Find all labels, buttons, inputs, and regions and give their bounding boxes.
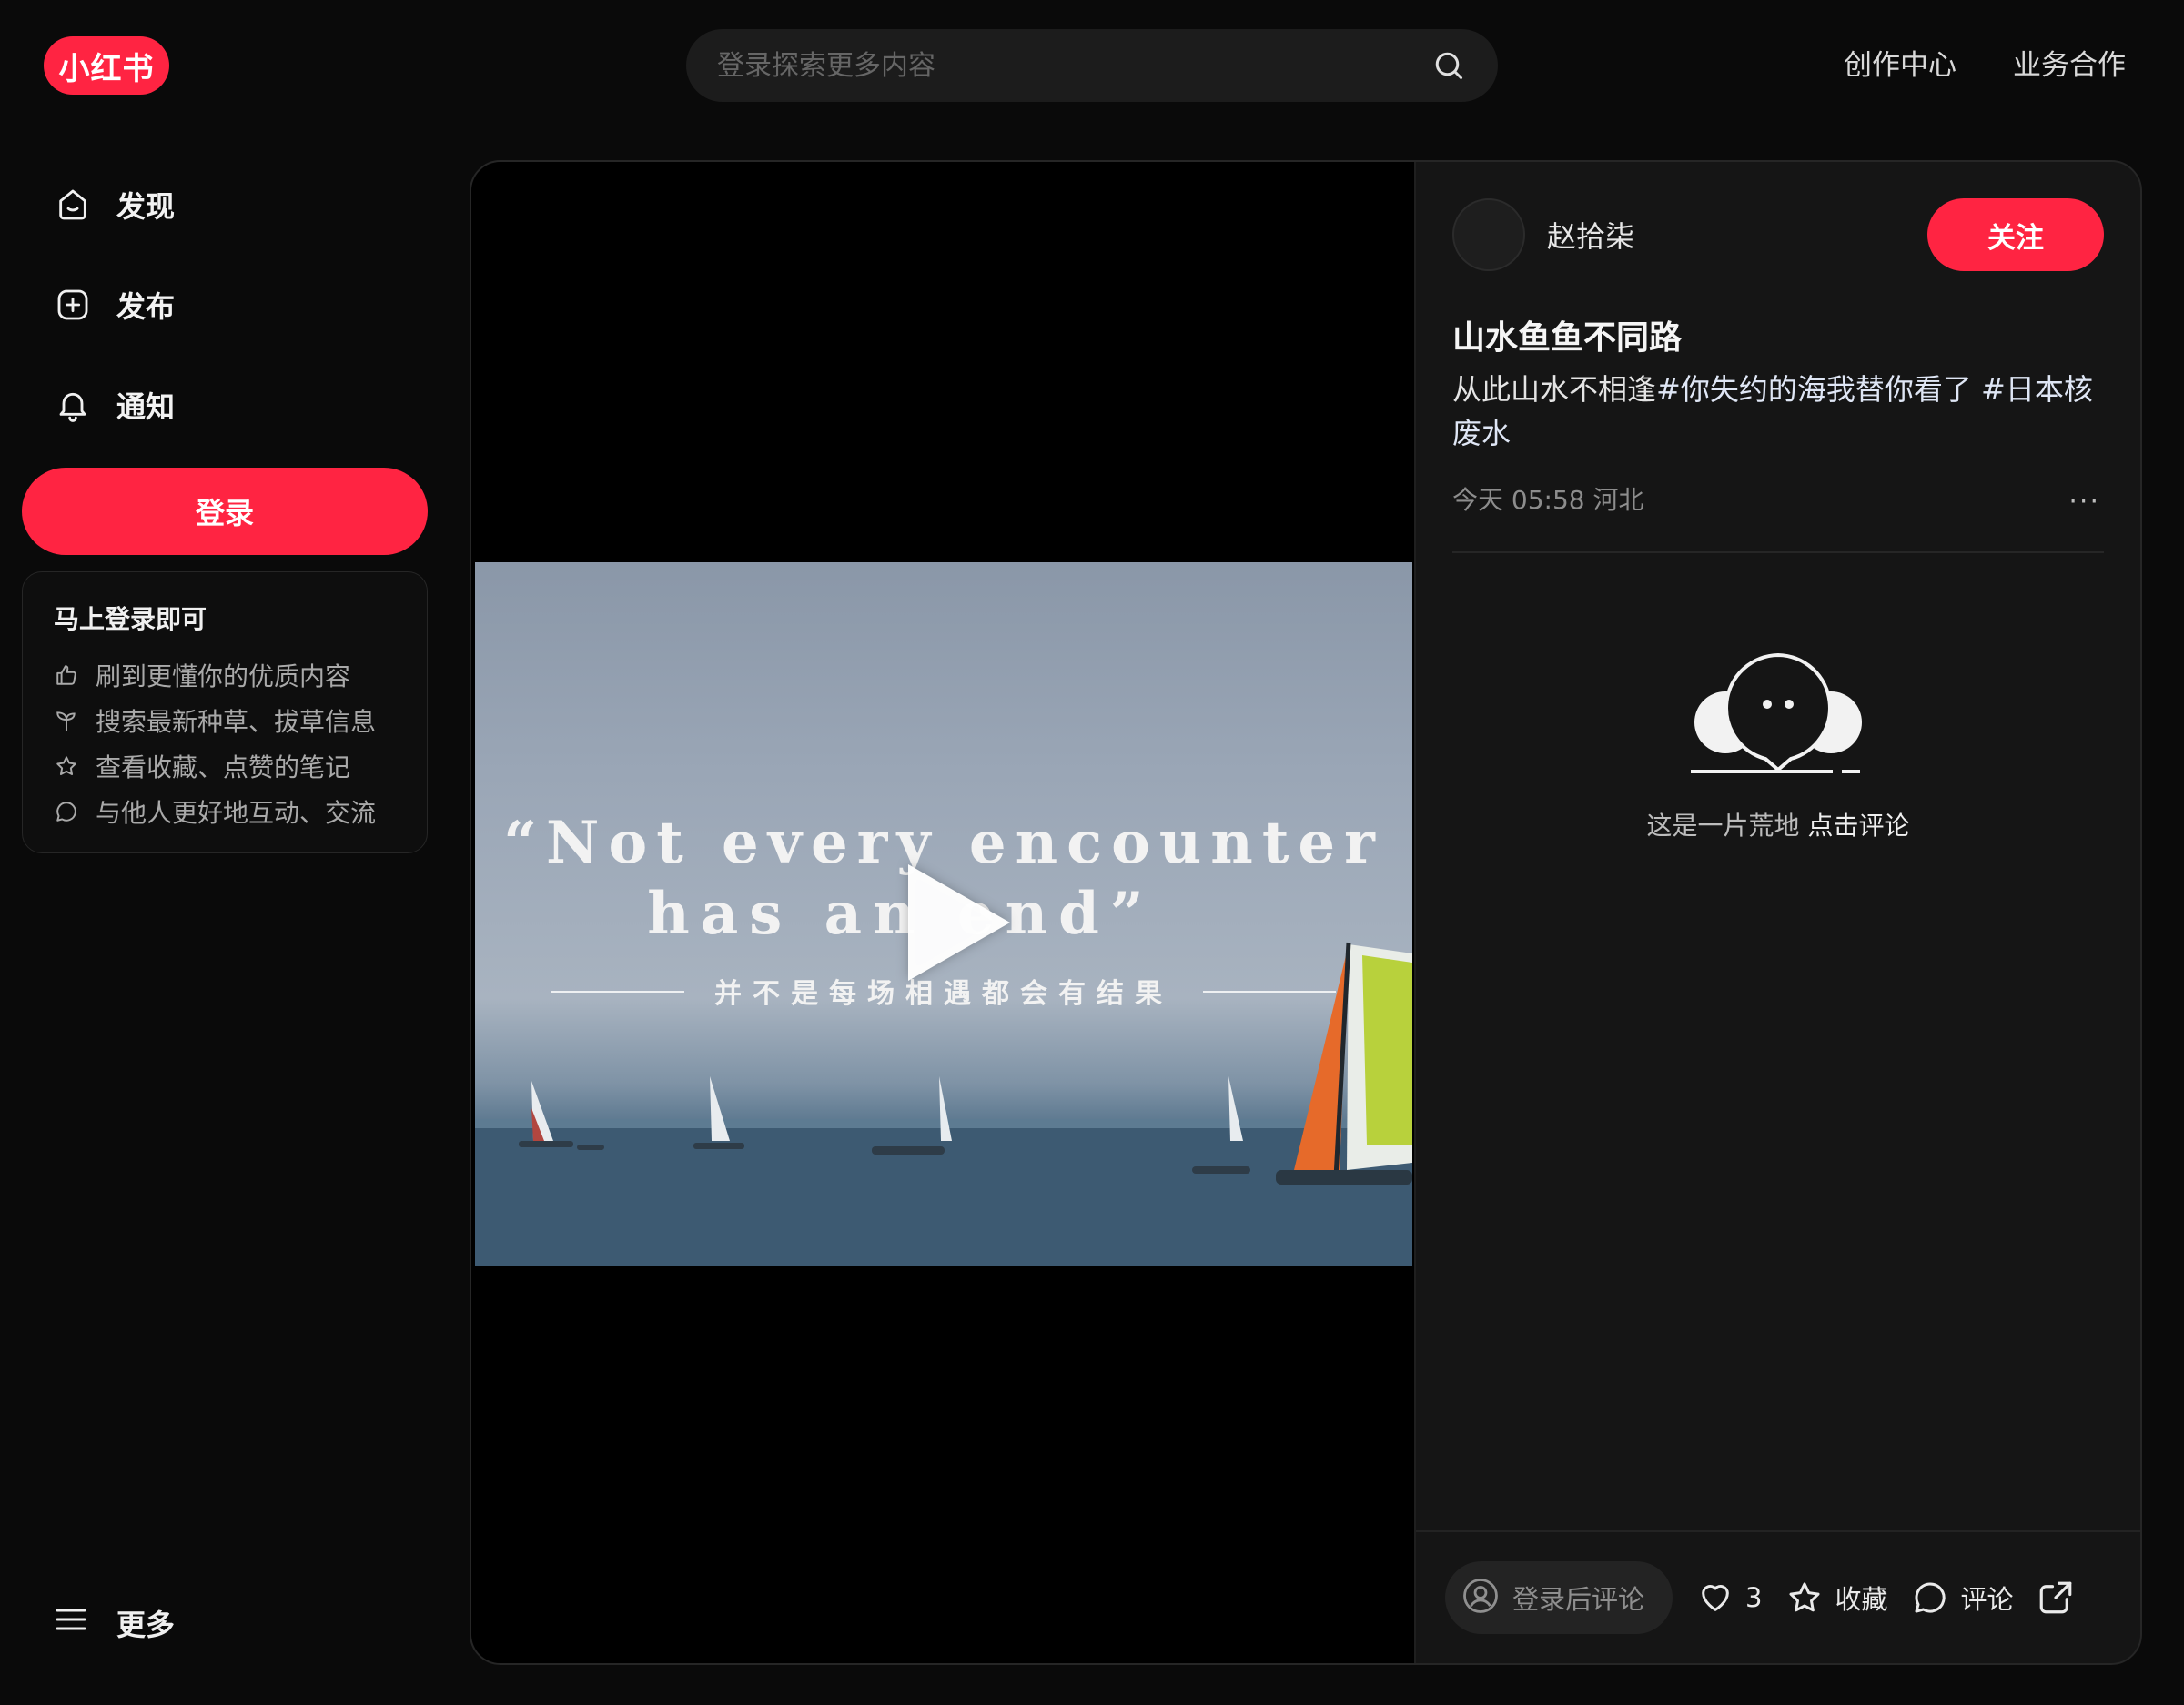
- chat-icon: [54, 799, 79, 824]
- sidebar: 发现 发布 通知 登录 马上登录即可 刷到更懂你的优质内容 搜索最新种草、拔草信…: [22, 155, 428, 853]
- like-count: 3: [1745, 1582, 1763, 1613]
- collect-label: 收藏: [1835, 1584, 1888, 1615]
- thumbs-up-icon: [54, 662, 79, 688]
- comment-placeholder: 登录后评论: [1512, 1584, 1645, 1615]
- app: 小红书 创作中心 业务合作 发现 发布 通知 登录: [0, 0, 2184, 1705]
- more-options-icon[interactable]: ···: [2068, 486, 2100, 518]
- creator-center-link[interactable]: 创作中心: [1844, 42, 1956, 83]
- empty-comments: 这是一片荒地 点击评论: [1416, 644, 2140, 842]
- sidebar-item-label: 发现: [116, 189, 176, 224]
- sidebar-item-label: 发布: [116, 289, 176, 324]
- video-quote-line2: has an end”: [647, 880, 1154, 948]
- play-icon[interactable]: [908, 864, 1010, 981]
- share-button[interactable]: [2037, 1579, 2075, 1617]
- divider: [1452, 551, 2104, 553]
- header-links: 创作中心 业务合作: [1844, 42, 2126, 83]
- empty-text: 这是一片荒地: [1646, 811, 1800, 841]
- login-benefits-card: 马上登录即可 刷到更懂你的优质内容 搜索最新种草、拔草信息 查看收藏、点赞的笔记: [22, 571, 428, 853]
- perk-text: 搜索最新种草、拔草信息: [96, 707, 377, 737]
- share-icon: [2037, 1579, 2075, 1617]
- perk-item: 与他人更好地互动、交流: [54, 789, 396, 834]
- star-icon: [54, 753, 79, 779]
- perk-text: 与他人更好地互动、交流: [96, 798, 377, 828]
- note-info: 赵拾柒 关注 山水鱼鱼不同路 从此山水不相逢#你失约的海我替你看了 #日本核废水…: [1414, 162, 2140, 1663]
- click-to-comment-link[interactable]: 点击评论: [1807, 811, 1909, 841]
- perk-text: 刷到更懂你的优质内容: [96, 661, 351, 691]
- search-bar[interactable]: [686, 29, 1498, 102]
- note-description: 从此山水不相逢#你失约的海我替你看了 #日本核废水: [1452, 368, 2104, 455]
- logo[interactable]: 小红书: [44, 36, 169, 95]
- comment-label: 评论: [1960, 1584, 2014, 1615]
- follow-button[interactable]: 关注: [1927, 198, 2104, 271]
- comment-button[interactable]: 评论: [1911, 1579, 2013, 1617]
- perk-text: 查看收藏、点赞的笔记: [96, 752, 351, 782]
- like-button[interactable]: 3: [1696, 1579, 1762, 1617]
- chat-icon: [1911, 1579, 1949, 1617]
- menu-icon: [53, 1601, 89, 1645]
- note-title: 山水鱼鱼不同路: [1452, 319, 1683, 357]
- sprout-icon: [54, 708, 79, 733]
- sidebar-item-notifications[interactable]: 通知: [22, 355, 428, 455]
- hashtag-link[interactable]: #你失约的海我替你看了: [1656, 372, 1972, 407]
- comment-input[interactable]: 登录后评论: [1445, 1561, 1673, 1634]
- note-meta: 今天 05:58 河北: [1452, 485, 1644, 515]
- bell-icon: [53, 385, 93, 425]
- video-player[interactable]: “Not every encounter has an end” 并不是每场相遇…: [471, 162, 1414, 1663]
- perk-item: 搜索最新种草、拔草信息: [54, 698, 396, 743]
- empty-comments-icon: [1687, 644, 1869, 784]
- perk-item: 查看收藏、点赞的笔记: [54, 743, 396, 789]
- note-detail-panel: “Not every encounter has an end” 并不是每场相遇…: [470, 160, 2142, 1665]
- search-icon[interactable]: [1431, 47, 1467, 84]
- user-icon: [1461, 1577, 1500, 1619]
- search-input[interactable]: [717, 49, 1431, 82]
- heart-icon: [1696, 1579, 1734, 1617]
- more-label: 更多: [116, 1608, 176, 1642]
- perk-item: 刷到更懂你的优质内容: [54, 652, 396, 698]
- login-card-title: 马上登录即可: [54, 604, 207, 634]
- sidebar-item-discover[interactable]: 发现: [22, 155, 428, 255]
- author-row: 赵拾柒 关注: [1452, 198, 2104, 271]
- author-name[interactable]: 赵拾柒: [1547, 214, 1927, 256]
- video-subtitle: 并不是每场相遇都会有结果: [714, 978, 1173, 1010]
- video-frame[interactable]: “Not every encounter has an end” 并不是每场相遇…: [475, 562, 1412, 1266]
- avatar[interactable]: [1452, 198, 1525, 271]
- plus-square-icon: [53, 285, 93, 325]
- star-icon: [1785, 1579, 1824, 1617]
- engage-bar: 登录后评论 3 收藏 评论: [1416, 1530, 2140, 1663]
- sidebar-item-publish[interactable]: 发布: [22, 255, 428, 355]
- empty-comments-text: 这是一片荒地 点击评论: [1647, 806, 1910, 842]
- home-icon: [53, 185, 93, 225]
- desc-text: 从此山水不相逢: [1452, 372, 1657, 407]
- business-link[interactable]: 业务合作: [2013, 42, 2126, 83]
- more-menu-button[interactable]: 更多: [53, 1601, 175, 1645]
- sidebar-item-label: 通知: [116, 389, 176, 424]
- collect-button[interactable]: 收藏: [1785, 1579, 1887, 1617]
- login-button[interactable]: 登录: [22, 468, 428, 555]
